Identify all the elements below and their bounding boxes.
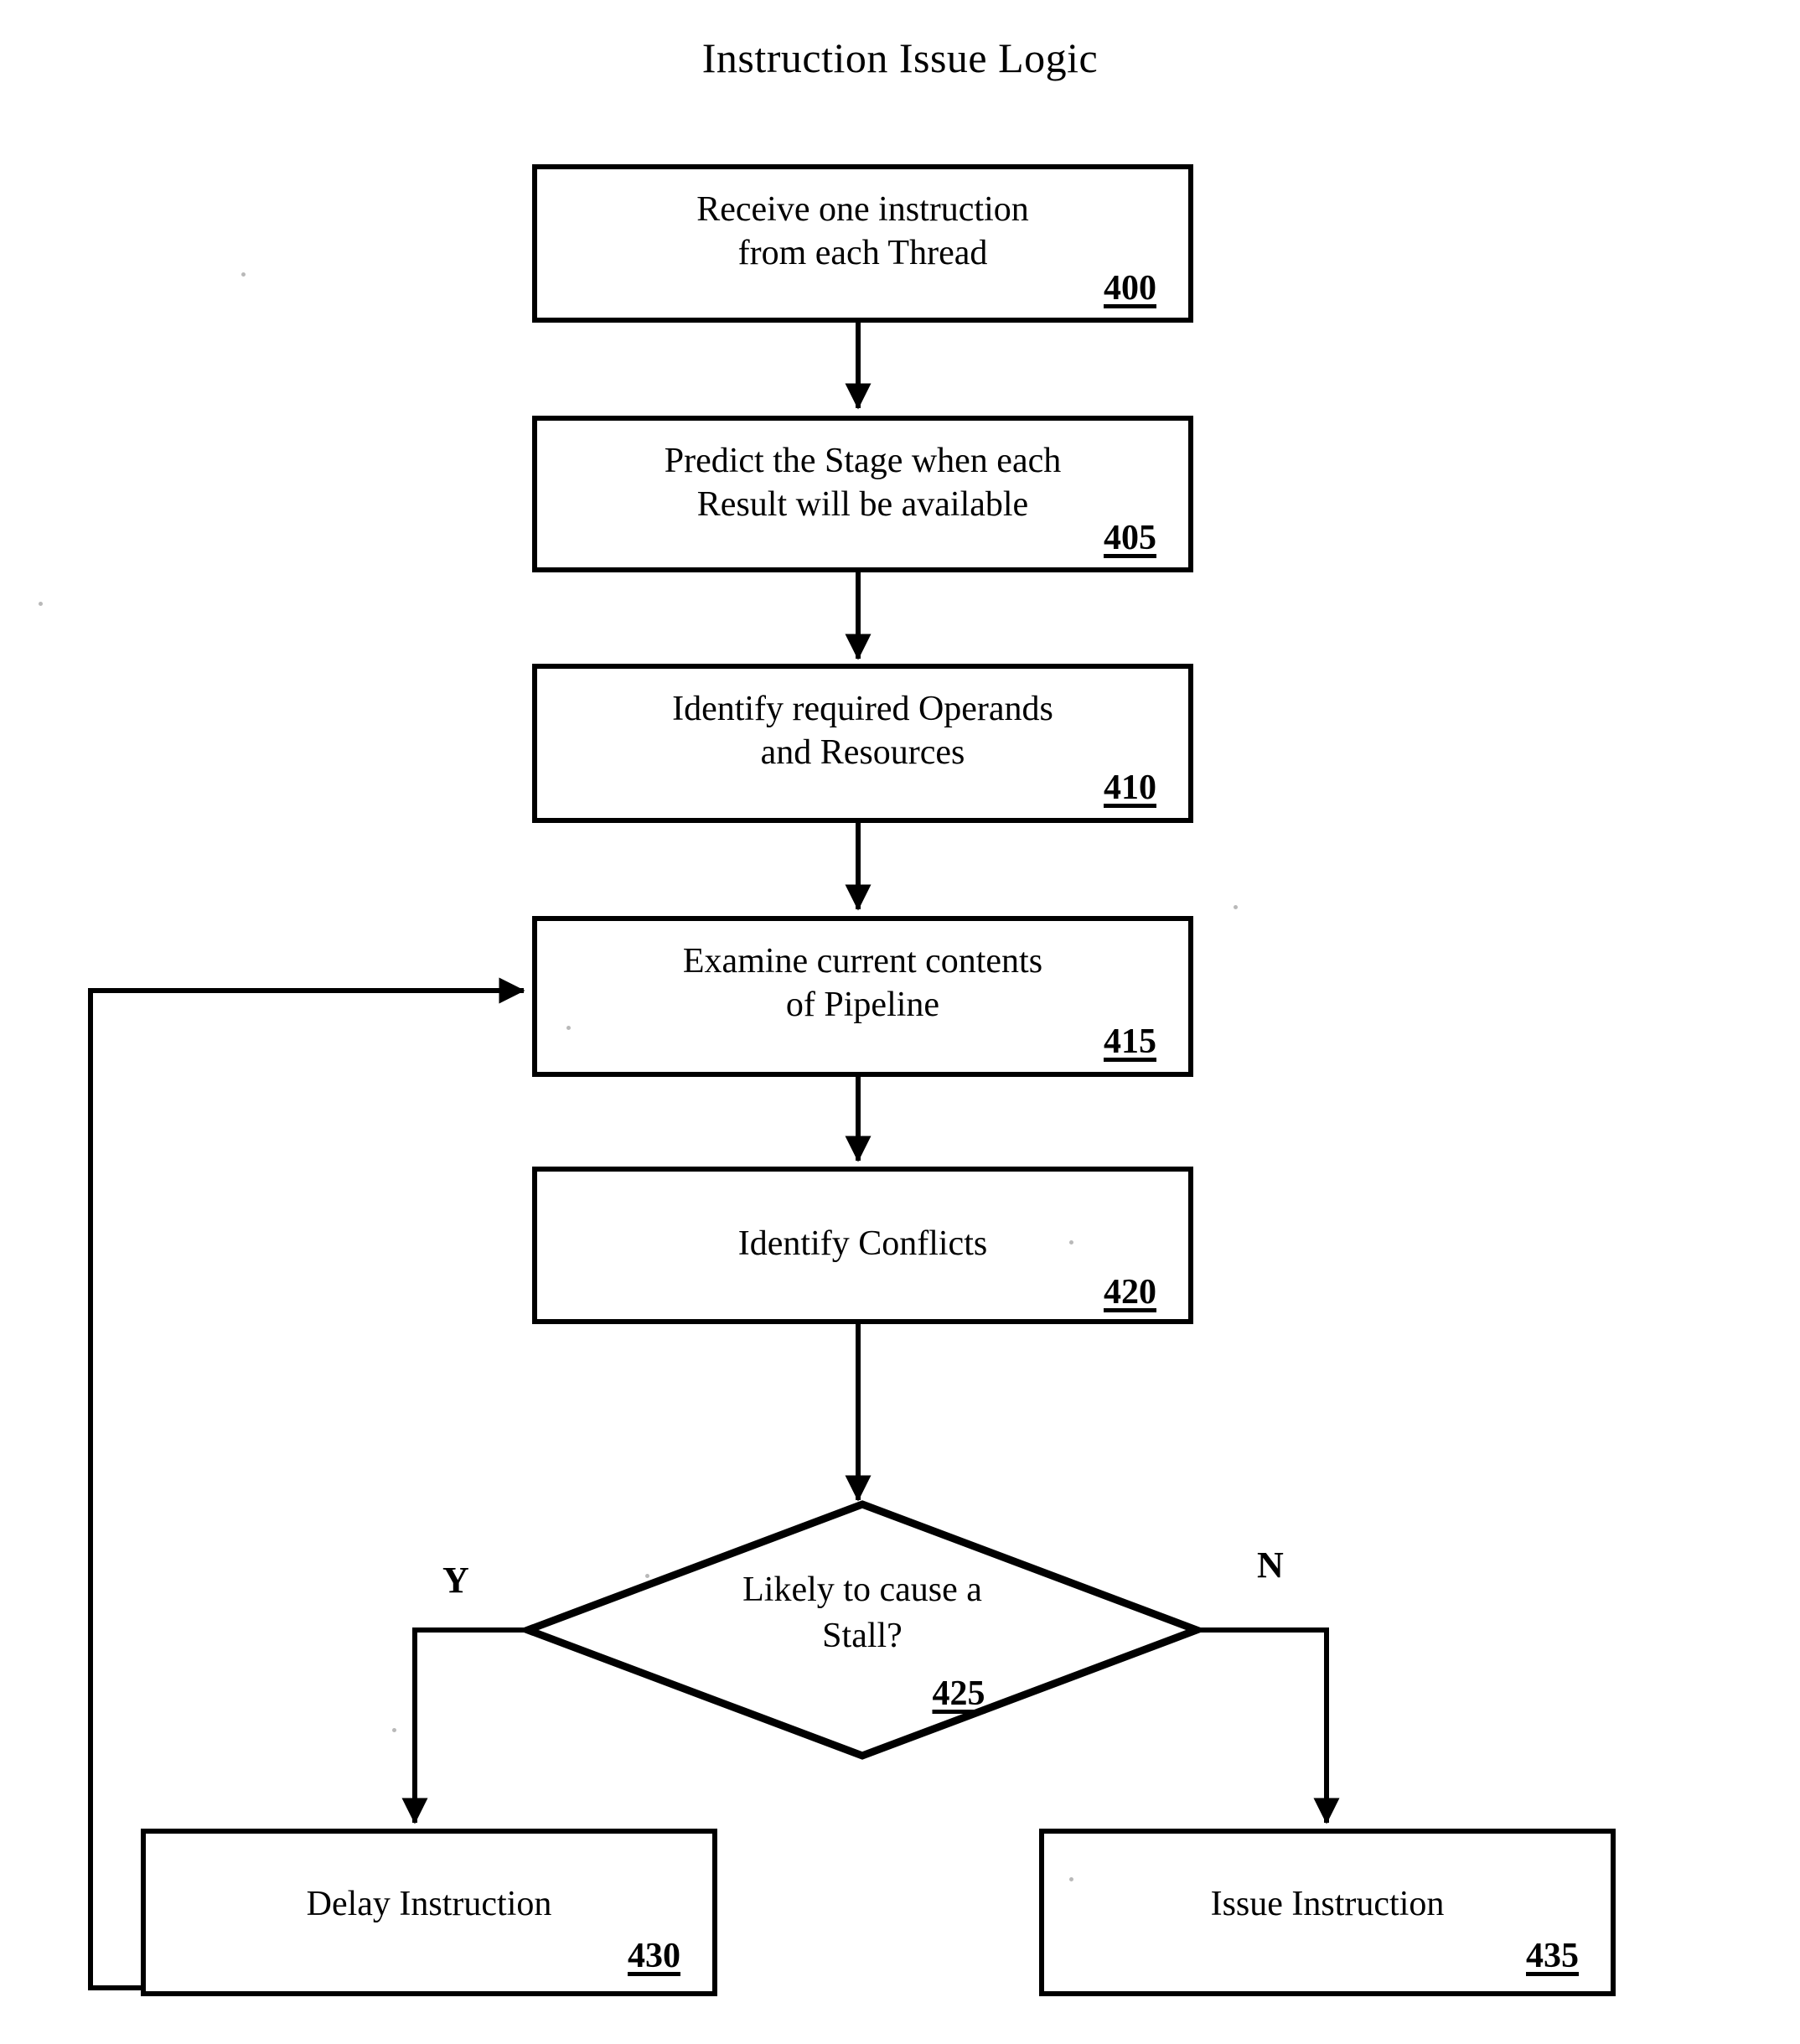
scan-speck	[566, 1026, 571, 1030]
process-node-430-ref: 430	[628, 1937, 680, 1975]
edge-425-430-yes	[401, 1627, 526, 1824]
process-node-400-ref: 400	[1104, 269, 1156, 308]
process-node-430[interactable]: Delay Instruction 430	[141, 1829, 717, 1996]
scan-speck	[241, 272, 246, 277]
process-node-435-ref: 435	[1526, 1937, 1579, 1975]
process-node-420-text: Identify Conflicts	[737, 1224, 988, 1263]
page-title: Instruction Issue Logic	[701, 34, 1099, 81]
decision-node-425[interactable]: Likely to cause a Stall? 425	[517, 1496, 1208, 1764]
scan-speck	[645, 1574, 649, 1578]
process-node-405[interactable]: Predict the Stage when each Result will …	[532, 416, 1193, 572]
process-node-400[interactable]: Receive one instruction from each Thread…	[532, 164, 1193, 323]
process-node-415-text: Examine current contents of Pipeline	[682, 942, 1043, 1025]
process-node-410[interactable]: Identify required Operands and Resources…	[532, 664, 1193, 823]
branch-label-yes: Y	[442, 1560, 469, 1601]
process-node-420[interactable]: Identify Conflicts 420	[532, 1167, 1193, 1324]
decision-node-425-ref: 425	[932, 1674, 985, 1713]
process-node-435[interactable]: Issue Instruction 435	[1039, 1829, 1616, 1996]
process-node-400-text: Receive one instruction from each Thread	[696, 190, 1029, 273]
process-node-410-ref: 410	[1104, 768, 1156, 807]
process-node-420-ref: 420	[1104, 1273, 1156, 1312]
scan-speck	[392, 1728, 396, 1732]
process-node-435-text: Issue Instruction	[1210, 1885, 1445, 1923]
flowchart-page: Instruction Issue Logic Receive one inst…	[0, 0, 1800, 2044]
scan-speck	[39, 602, 43, 606]
process-node-410-text: Identify required Operands and Resources	[672, 690, 1053, 773]
scan-speck	[1069, 1240, 1073, 1245]
process-node-405-ref: 405	[1104, 519, 1156, 557]
process-node-405-text: Predict the Stage when each Result will …	[664, 442, 1062, 525]
edge-425-435-no	[1198, 1627, 1340, 1824]
scan-speck	[1069, 1877, 1073, 1881]
branch-label-no: N	[1257, 1545, 1284, 1586]
process-node-430-text: Delay Instruction	[306, 1885, 552, 1923]
process-node-415[interactable]: Examine current contents of Pipeline 415	[532, 916, 1193, 1077]
decision-node-425-text: Likely to cause a Stall?	[742, 1571, 982, 1655]
process-node-415-ref: 415	[1104, 1022, 1156, 1061]
scan-speck	[1234, 905, 1238, 909]
